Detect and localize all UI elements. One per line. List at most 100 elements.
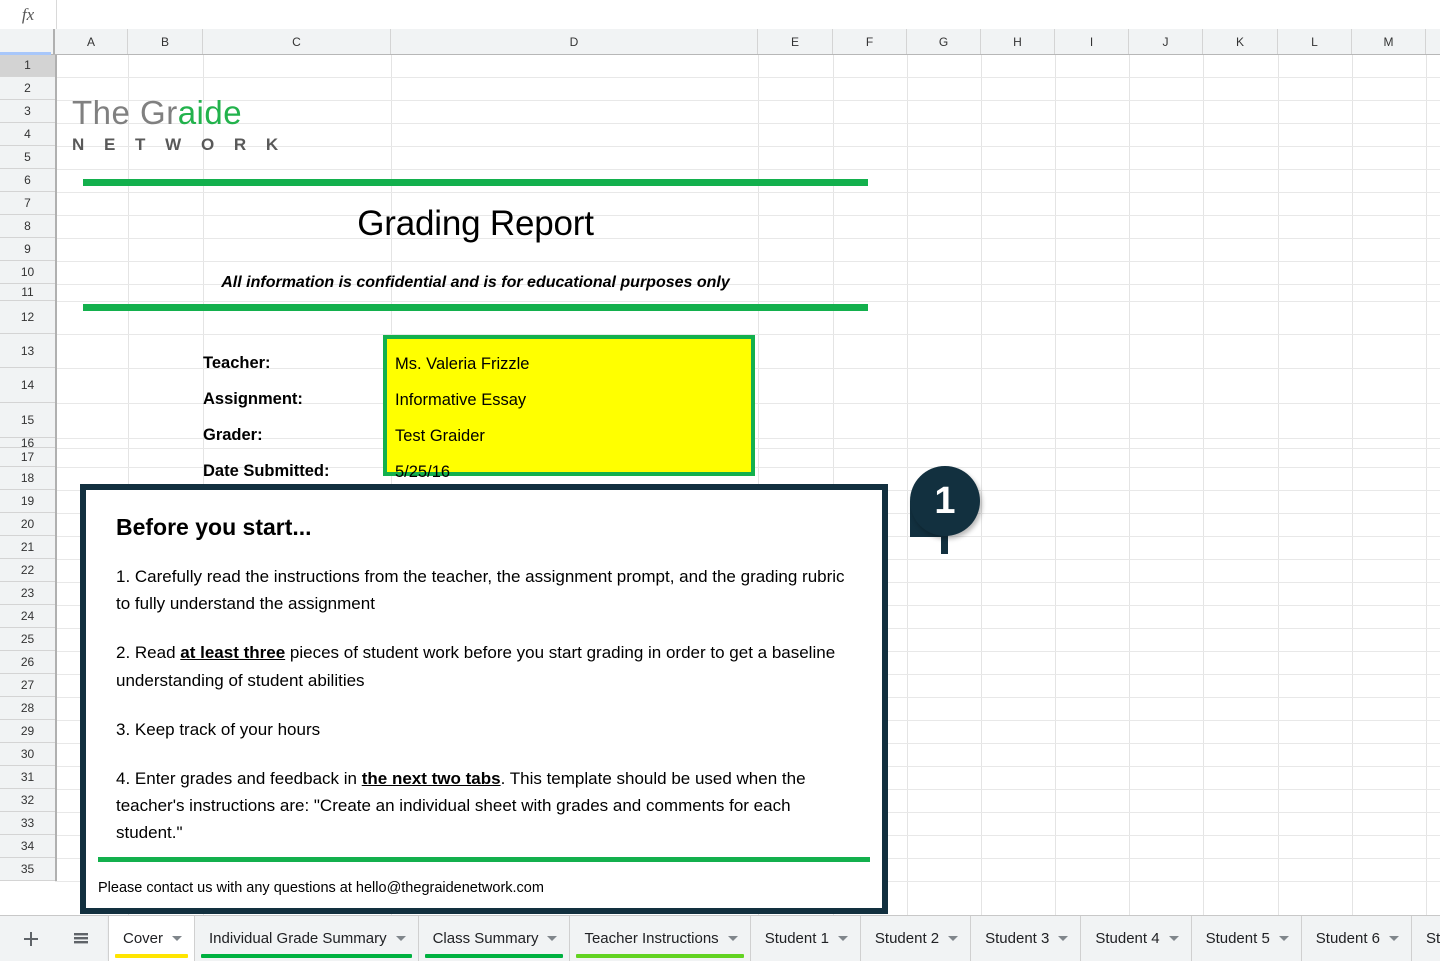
- function-icon[interactable]: fx: [0, 5, 56, 25]
- row-header-10[interactable]: 10: [0, 261, 55, 284]
- row-header-11[interactable]: 11: [0, 284, 55, 301]
- row-header-8[interactable]: 8: [0, 215, 55, 238]
- sheet-tab-student-2[interactable]: Student 2: [861, 916, 971, 961]
- row-header-2[interactable]: 2: [0, 77, 55, 100]
- row-header-18[interactable]: 18: [0, 467, 55, 490]
- column-header-c[interactable]: C: [203, 29, 391, 54]
- row-header-26[interactable]: 26: [0, 651, 55, 674]
- column-header-a[interactable]: A: [55, 29, 128, 54]
- divider-top: [83, 179, 868, 186]
- row-header-16[interactable]: 16: [0, 438, 55, 448]
- row-header-20[interactable]: 20: [0, 513, 55, 536]
- row-header-35[interactable]: 35: [0, 858, 55, 881]
- chevron-down-icon[interactable]: [172, 936, 182, 941]
- select-all-corner[interactable]: [0, 29, 55, 54]
- sheet-tab-label: Teacher Instructions: [584, 930, 718, 947]
- row-header-12[interactable]: 12: [0, 301, 55, 334]
- chevron-down-icon[interactable]: [1058, 936, 1068, 941]
- column-header-l[interactable]: L: [1278, 29, 1352, 54]
- row-header-24[interactable]: 24: [0, 605, 55, 628]
- column-header-m[interactable]: M: [1352, 29, 1426, 54]
- chevron-down-icon[interactable]: [728, 936, 738, 941]
- column-header-f[interactable]: F: [833, 29, 907, 54]
- row-header-5[interactable]: 5: [0, 146, 55, 169]
- row-header-3[interactable]: 3: [0, 100, 55, 123]
- column-header-row: ABCDEFGHIJKLM: [0, 29, 1440, 55]
- row-header-27[interactable]: 27: [0, 674, 55, 697]
- row-header-29[interactable]: 29: [0, 720, 55, 743]
- info-value-2[interactable]: Test Graider: [387, 418, 751, 454]
- sheet-tab-label: Student 6: [1316, 930, 1380, 947]
- chevron-down-icon[interactable]: [1389, 936, 1399, 941]
- column-header-b[interactable]: B: [128, 29, 203, 54]
- sheet-tab-label: Class Summary: [433, 930, 539, 947]
- row-header-23[interactable]: 23: [0, 582, 55, 605]
- sheet-tab-student-3[interactable]: Student 3: [971, 916, 1081, 961]
- chevron-down-icon[interactable]: [1169, 936, 1179, 941]
- info-value-1[interactable]: Informative Essay: [387, 382, 751, 418]
- row-header-14[interactable]: 14: [0, 368, 55, 403]
- row-header-33[interactable]: 33: [0, 812, 55, 835]
- row-header-13[interactable]: 13: [0, 334, 55, 368]
- chevron-down-icon[interactable]: [547, 936, 557, 941]
- sheet-tab-class-summary[interactable]: Class Summary: [419, 916, 571, 961]
- sheet-tab-teacher-instructions[interactable]: Teacher Instructions: [570, 916, 750, 961]
- panel-instruction-3: 3. Keep track of your hours: [116, 716, 852, 743]
- row-header-17[interactable]: 17: [0, 448, 55, 467]
- column-header-h[interactable]: H: [981, 29, 1055, 54]
- sheet-tab-student-6[interactable]: Student 6: [1302, 916, 1412, 961]
- sheet-tab-color-bar: [115, 954, 188, 958]
- sheet-tab-label: Student 2: [875, 930, 939, 947]
- column-header-k[interactable]: K: [1203, 29, 1278, 54]
- formula-bar: fx: [0, 0, 1440, 30]
- callout-number: 1: [910, 466, 980, 536]
- row-header-1[interactable]: 1: [0, 54, 55, 77]
- column-header-g[interactable]: G: [907, 29, 981, 54]
- column-header-e[interactable]: E: [758, 29, 833, 54]
- sheet-tab-label: Student 7: [1426, 930, 1440, 947]
- all-sheets-button[interactable]: [62, 921, 100, 957]
- row-header-31[interactable]: 31: [0, 766, 55, 789]
- logo-subword-network: N E T W O R K: [72, 136, 286, 153]
- row-header-7[interactable]: 7: [0, 192, 55, 215]
- column-header-d[interactable]: D: [391, 29, 758, 54]
- sheet-tab-color-bar: [425, 954, 564, 958]
- row-header-34[interactable]: 34: [0, 835, 55, 858]
- callout-badge-1: 1: [900, 462, 992, 554]
- row-header-21[interactable]: 21: [0, 536, 55, 559]
- chevron-down-icon[interactable]: [1279, 936, 1289, 941]
- row-header-4[interactable]: 4: [0, 123, 55, 146]
- grading-report-document: The Graide N E T W O R K Grading Report …: [55, 54, 1440, 915]
- chevron-down-icon[interactable]: [948, 936, 958, 941]
- page-title: Grading Report: [83, 204, 868, 244]
- row-header-22[interactable]: 22: [0, 559, 55, 582]
- sheet-tab-individual-grade-summary[interactable]: Individual Grade Summary: [195, 916, 419, 961]
- info-label-1: Assignment:: [203, 381, 383, 417]
- sheet-tab-student-4[interactable]: Student 4: [1081, 916, 1191, 961]
- row-header-19[interactable]: 19: [0, 490, 55, 513]
- row-header-6[interactable]: 6: [0, 169, 55, 192]
- row-header-28[interactable]: 28: [0, 697, 55, 720]
- row-header-25[interactable]: 25: [0, 628, 55, 651]
- row-header-9[interactable]: 9: [0, 238, 55, 261]
- row-header-column: 1234567891011121314151617181920212223242…: [0, 54, 57, 881]
- info-value-0[interactable]: Ms. Valeria Frizzle: [387, 346, 751, 382]
- chevron-down-icon[interactable]: [396, 936, 406, 941]
- sheet-tab-cover[interactable]: Cover: [108, 916, 195, 961]
- row-header-30[interactable]: 30: [0, 743, 55, 766]
- add-sheet-button[interactable]: [12, 921, 50, 957]
- formula-input[interactable]: [56, 0, 1440, 30]
- report-info-values-box[interactable]: Ms. Valeria FrizzleInformative EssayTest…: [383, 335, 755, 476]
- sheet-tab-color-bar: [576, 954, 743, 958]
- sheet-tab-student-7[interactable]: Student 7: [1412, 916, 1440, 961]
- sheet-tab-student-1[interactable]: Student 1: [751, 916, 861, 961]
- chevron-down-icon[interactable]: [838, 936, 848, 941]
- sheet-tab-student-5[interactable]: Student 5: [1192, 916, 1302, 961]
- graide-network-logo: The Graide N E T W O R K: [72, 96, 286, 153]
- column-header-j[interactable]: J: [1129, 29, 1203, 54]
- row-header-32[interactable]: 32: [0, 789, 55, 812]
- column-header-i[interactable]: I: [1055, 29, 1129, 54]
- row-header-15[interactable]: 15: [0, 403, 55, 438]
- sheet-tab-label: Cover: [123, 930, 163, 947]
- cells-area[interactable]: The Graide N E T W O R K Grading Report …: [55, 54, 1440, 915]
